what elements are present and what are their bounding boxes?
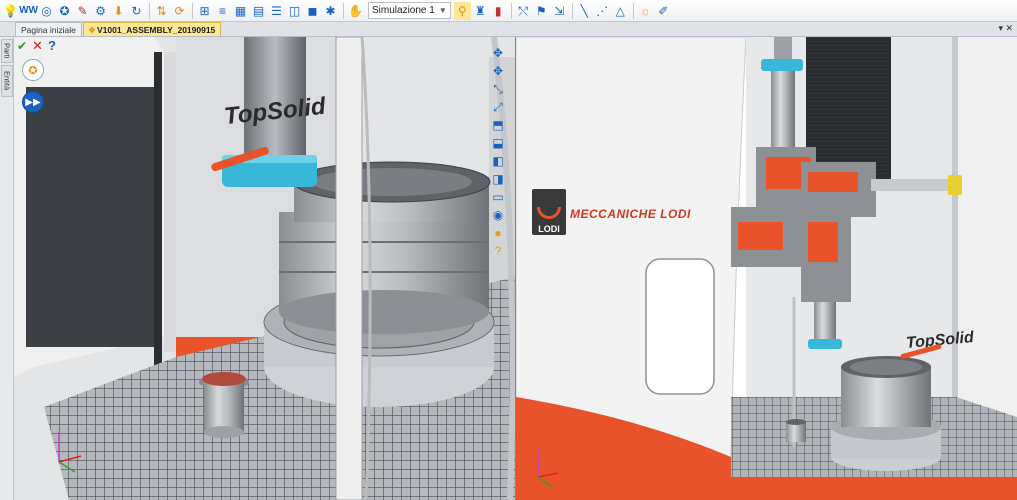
palette-icon[interactable]: ▤: [250, 2, 267, 20]
tower-icon[interactable]: ♜: [472, 2, 489, 20]
play-icon: ▶▶: [25, 96, 41, 108]
ww-icon[interactable]: WW: [19, 2, 38, 20]
tab-home[interactable]: Pagina iniziale: [15, 22, 82, 36]
view-front-icon[interactable]: ⬒: [490, 117, 506, 133]
lodi-logo-mark-text: LODI: [538, 224, 560, 234]
transfer-icon[interactable]: ⇅: [153, 2, 170, 20]
help-icon-glyph: ?: [48, 38, 56, 53]
rotate-axis-icon[interactable]: ⤡: [490, 81, 506, 97]
compass-icon[interactable]: ✪: [56, 2, 73, 20]
ruler-icon[interactable]: ⇲: [551, 2, 568, 20]
left-side-panel: Parti Entità: [0, 37, 14, 500]
side-tab-parts[interactable]: Parti: [1, 39, 13, 63]
brand-name-text: MECCANICHE LODI: [570, 207, 691, 221]
brand-name: MECCANICHE LODI: [570, 205, 691, 223]
layers-icon[interactable]: ◫: [286, 2, 303, 20]
move-icon[interactable]: ✥: [490, 63, 506, 79]
cancel-icon-glyph: ✕: [32, 38, 43, 53]
lodi-logo-swoosh-icon: [537, 207, 561, 219]
lodi-logo-mark: LODI: [532, 189, 566, 235]
pan-icon[interactable]: ✥: [490, 45, 506, 61]
arrow-down-icon[interactable]: ⬇: [110, 2, 127, 20]
scene-right: [516, 37, 1017, 500]
refresh-icon[interactable]: ↻: [128, 2, 145, 20]
side-tab-parts-label: Parti: [2, 43, 12, 59]
bulb-icon[interactable]: 💡: [2, 2, 19, 20]
viewport-left[interactable]: TopSolid ✔ ✕ ? ✪ ▶▶ ✥ ✥ ⤡ ⤢ ⬒ ⬓ ◧ ◨ ▭ ◉ …: [14, 37, 515, 500]
brush-icon[interactable]: ✐: [655, 2, 672, 20]
cube-icon[interactable]: ◼: [304, 2, 321, 20]
shade-icon[interactable]: ◉: [490, 207, 506, 223]
chevron-down-icon: ▼: [438, 6, 447, 15]
display-icon[interactable]: ▭: [490, 189, 506, 205]
refresh-yellow-icon[interactable]: ⟳: [171, 2, 188, 20]
axes-icon[interactable]: ⊞: [196, 2, 213, 20]
compass-orange-icon: ✪: [28, 64, 38, 77]
measure-icon[interactable]: ╲: [576, 2, 593, 20]
tool-icon[interactable]: ▮: [490, 2, 507, 20]
magic-wand-icon[interactable]: ✎: [74, 2, 91, 20]
main-toolbar: 💡 WW ◎ ✪ ✎ ⚙ ⬇ ↻ ⇅ ⟳ ⊞ ≡ ▦ ▤ ☰ ◫ ◼ ✱ ✋ S…: [0, 0, 1017, 22]
tab-document[interactable]: ◆ V1001_ASSEMBLY_20190915: [82, 22, 222, 36]
grid-icon[interactable]: ▦: [232, 2, 249, 20]
search-icon[interactable]: ⚲: [453, 1, 471, 20]
align-icon[interactable]: ≡: [214, 2, 231, 20]
simulation-select-value: Simulazione 1: [372, 5, 435, 16]
star-icon[interactable]: ✱: [322, 2, 339, 20]
play-simulation-button[interactable]: ▶▶: [22, 91, 44, 113]
window-controls[interactable]: ▾ ✕: [998, 23, 1013, 34]
view-top-icon[interactable]: ⬓: [490, 135, 506, 151]
fit-icon[interactable]: ⤢: [490, 99, 506, 115]
tab-home-label: Pagina iniziale: [21, 24, 76, 35]
ok-icon-glyph: ✔: [17, 39, 28, 53]
document-icon: ◆: [88, 25, 95, 34]
help-view-icon[interactable]: ?: [490, 243, 506, 259]
gear-icon[interactable]: ⚙: [92, 2, 109, 20]
rotate-icon[interactable]: ⤲: [515, 2, 532, 20]
spiral-icon[interactable]: ◎: [38, 2, 55, 20]
triangle-icon[interactable]: △: [612, 2, 629, 20]
side-tab-entities-label: Entità: [2, 71, 12, 91]
simulation-select[interactable]: Simulazione 1 ▼: [368, 2, 451, 19]
viewport-right[interactable]: LODI MECCANICHE LODI TopSolid: [516, 37, 1017, 500]
flag-icon[interactable]: ⚑: [533, 2, 550, 20]
view-iso-icon[interactable]: ◧: [490, 153, 506, 169]
help-icon[interactable]: ?: [48, 38, 56, 53]
tab-document-label: V1001_ASSEMBLY_20190915: [96, 24, 216, 35]
document-tabs: Pagina iniziale ◆ V1001_ASSEMBLY_20190915…: [0, 22, 1017, 37]
shape-icon[interactable]: ☼: [637, 2, 654, 20]
hand-icon[interactable]: ✋: [347, 2, 364, 20]
section-icon[interactable]: ◨: [490, 171, 506, 187]
simulation-settings-button[interactable]: ✪: [22, 59, 44, 81]
cancel-icon[interactable]: ✕: [32, 38, 43, 54]
topsolid-window: 💡 WW ◎ ✪ ✎ ⚙ ⬇ ↻ ⇅ ⟳ ⊞ ≡ ▦ ▤ ☰ ◫ ◼ ✱ ✋ S…: [0, 0, 1017, 500]
stack-icon[interactable]: ☰: [268, 2, 285, 20]
bulb-view-icon[interactable]: ●: [490, 225, 506, 241]
ok-icon[interactable]: ✔: [17, 39, 27, 53]
window-controls-label: ▾ ✕: [998, 23, 1013, 33]
dropper-icon[interactable]: ⋰: [594, 2, 611, 20]
side-tab-entities[interactable]: Entità: [1, 65, 13, 97]
